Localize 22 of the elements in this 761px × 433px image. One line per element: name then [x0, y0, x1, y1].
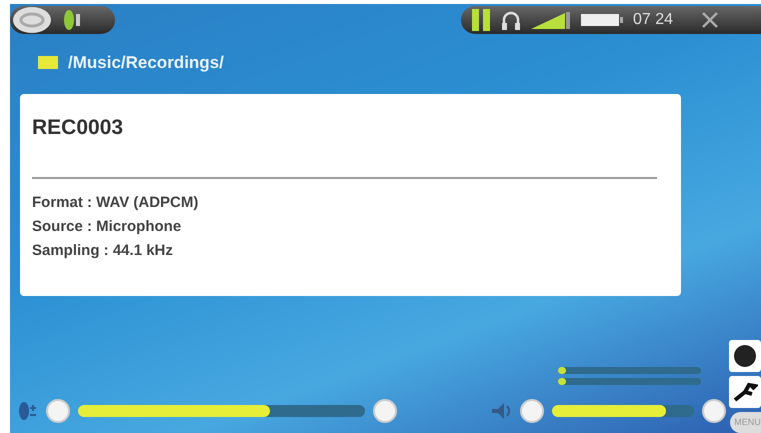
signal-icon: [531, 11, 571, 29]
decrease-button[interactable]: [46, 399, 70, 423]
settings-button[interactable]: [729, 376, 761, 408]
file-detail: Source : Microphone: [32, 217, 182, 237]
microphone-icon: [62, 8, 82, 32]
file-detail: Sampling : 44.1 kHz: [32, 241, 174, 261]
folder-path: /Music/Recordings/: [68, 52, 224, 74]
microphone-icon: [18, 400, 38, 422]
increase-button[interactable]: [702, 399, 726, 423]
file-title: REC0003: [32, 114, 124, 140]
file-detail: Format : WAV (ADPCM): [32, 193, 200, 213]
headphones-icon: [501, 9, 521, 31]
clock-time: 07 24: [633, 10, 674, 30]
menu-button[interactable]: MENU: [730, 412, 761, 433]
folder-icon: [38, 56, 58, 70]
decrease-button[interactable]: [520, 399, 544, 423]
close-icon[interactable]: [701, 11, 720, 29]
record-button[interactable]: [729, 340, 761, 372]
increase-button[interactable]: [373, 399, 397, 423]
pause-icon: [471, 8, 491, 32]
battery-icon: [581, 13, 623, 27]
speaker-icon: [490, 401, 512, 421]
